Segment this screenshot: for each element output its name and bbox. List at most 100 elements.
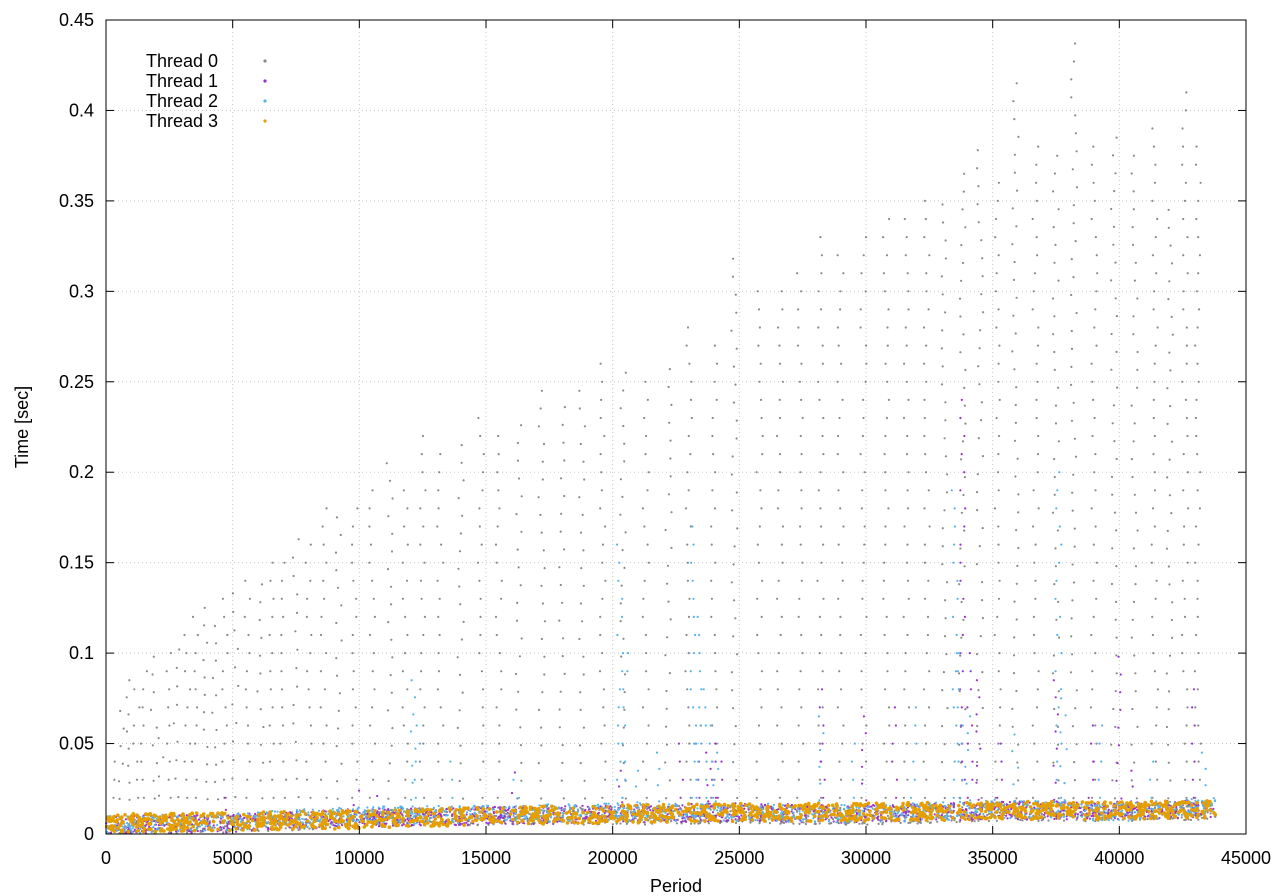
data-point	[941, 563, 944, 566]
data-point	[1074, 813, 1077, 816]
data-point	[677, 742, 681, 745]
data-point	[646, 398, 649, 401]
data-point	[141, 778, 144, 781]
data-point	[540, 584, 543, 587]
data-point	[500, 688, 503, 691]
data-point	[1165, 547, 1169, 550]
data-point	[1075, 311, 1078, 315]
data-point	[125, 696, 128, 699]
data-point	[1131, 226, 1134, 229]
data-point	[212, 824, 215, 827]
data-point	[1197, 236, 1200, 239]
data-point	[667, 493, 671, 496]
data-point	[452, 807, 455, 810]
data-point	[1182, 670, 1185, 673]
data-point	[578, 389, 581, 392]
data-point	[296, 593, 299, 596]
data-point	[125, 730, 128, 733]
data-point	[686, 688, 689, 691]
data-point	[1072, 581, 1076, 584]
data-point	[280, 597, 283, 600]
data-point	[133, 688, 136, 691]
data-point	[621, 801, 624, 804]
data-point	[1130, 458, 1133, 461]
data-point	[962, 597, 965, 600]
data-point	[387, 515, 390, 518]
data-point	[109, 831, 113, 834]
data-point	[981, 527, 984, 530]
data-point	[206, 641, 209, 644]
data-point	[541, 460, 544, 463]
data-point	[799, 543, 802, 546]
data-point	[1184, 778, 1187, 781]
data-point	[941, 365, 944, 368]
data-point	[232, 814, 235, 817]
data-point	[404, 615, 407, 619]
data-point	[907, 308, 910, 311]
data-point	[1056, 713, 1059, 716]
data-point	[1136, 808, 1139, 812]
data-point	[1182, 308, 1185, 311]
data-point	[306, 670, 309, 673]
data-point	[713, 344, 717, 347]
data-point	[465, 811, 469, 814]
data-point	[943, 509, 946, 512]
data-point	[600, 380, 604, 383]
data-point	[285, 778, 288, 781]
data-point	[1057, 797, 1060, 800]
data-point	[963, 476, 967, 479]
data-point	[357, 818, 360, 822]
data-point	[1114, 690, 1117, 693]
data-point	[438, 471, 441, 474]
data-point	[1092, 181, 1095, 184]
data-point	[681, 778, 685, 781]
data-point	[978, 383, 981, 386]
data-point	[113, 778, 116, 781]
data-point	[714, 760, 717, 763]
data-point	[832, 820, 835, 823]
data-point	[1088, 817, 1092, 820]
data-point	[862, 715, 866, 718]
data-point	[839, 806, 842, 810]
data-point	[458, 585, 461, 588]
data-point	[406, 742, 409, 745]
data-point	[335, 657, 338, 660]
data-point	[310, 633, 313, 637]
data-point	[506, 808, 510, 812]
data-point	[191, 760, 194, 763]
data-point	[582, 673, 585, 676]
data-point	[559, 477, 563, 480]
data-point	[906, 489, 909, 492]
data-point	[1057, 208, 1060, 211]
data-point	[998, 344, 1001, 347]
data-point	[994, 217, 998, 221]
data-point	[686, 543, 689, 546]
data-point	[819, 308, 823, 311]
data-point	[800, 489, 803, 492]
data-point	[801, 416, 804, 420]
data-point	[267, 826, 270, 830]
data-point	[687, 489, 690, 492]
data-point	[563, 672, 566, 676]
data-point	[1153, 380, 1156, 383]
data-point	[1155, 706, 1158, 709]
data-point	[1073, 545, 1076, 548]
data-point	[668, 779, 672, 782]
data-point	[167, 778, 170, 781]
data-point	[860, 765, 864, 768]
data-point	[1070, 293, 1073, 297]
data-point	[1182, 453, 1185, 456]
data-point	[1037, 507, 1040, 510]
data-point	[581, 808, 584, 811]
data-point	[860, 670, 863, 673]
data-point	[978, 696, 981, 699]
data-point	[995, 326, 998, 329]
data-point	[735, 311, 738, 314]
data-point	[599, 633, 602, 637]
data-point	[560, 809, 563, 812]
data-point	[1115, 654, 1118, 657]
data-point	[903, 814, 906, 817]
data-point	[732, 707, 735, 710]
data-point	[975, 653, 979, 656]
data-point	[686, 471, 689, 474]
